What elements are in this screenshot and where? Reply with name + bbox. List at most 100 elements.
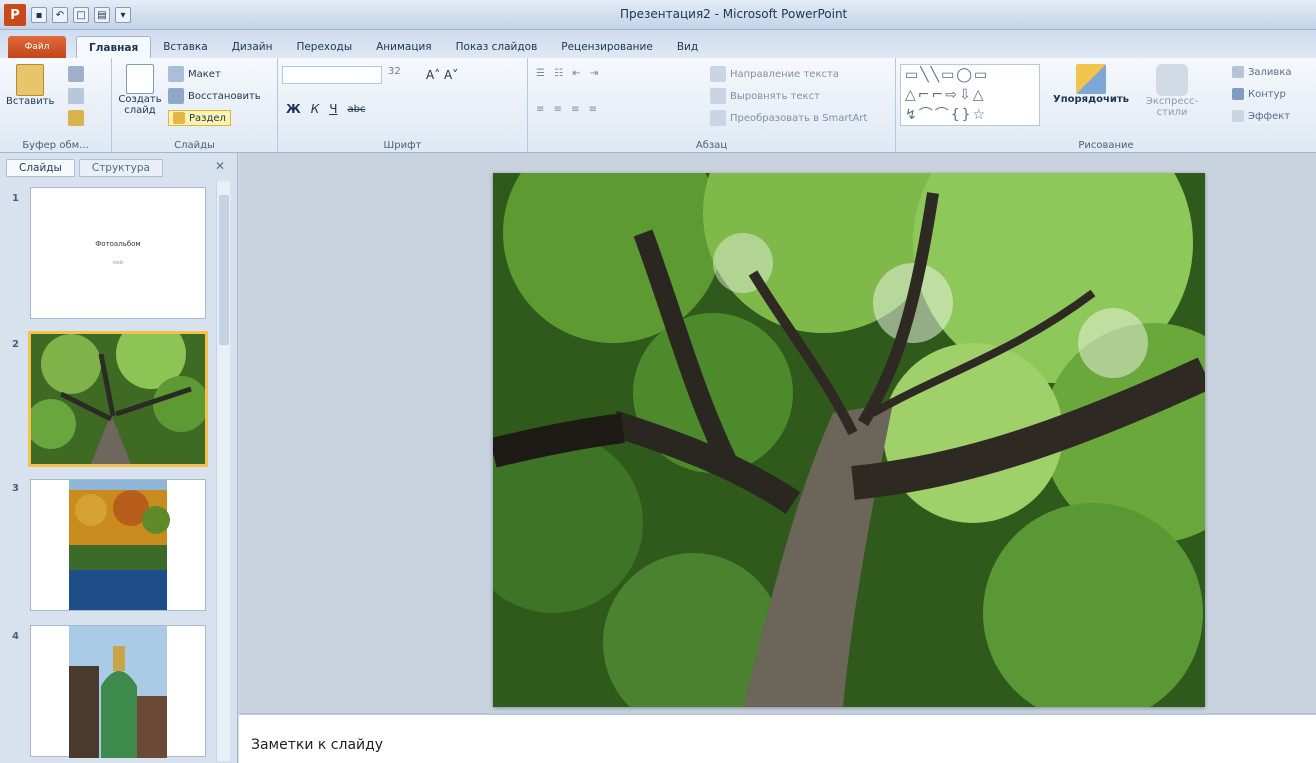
effects-label: Эффект: [1248, 110, 1291, 122]
shape-effects-button[interactable]: Эффект: [1232, 110, 1290, 122]
text-direction-label: Направление текста: [730, 68, 839, 80]
drawing-group: ▭╲╲▭◯▭ △⌐⌐⇨⇩△ ↯⌒⌒{}☆ Упорядочить Экспресс-…: [896, 58, 1316, 153]
paste-label: Вставить: [6, 96, 55, 107]
powerpoint-logo-icon[interactable]: P: [4, 4, 26, 26]
font-group-label: Шрифт: [383, 140, 422, 151]
save-icon[interactable]: ▪: [31, 7, 47, 23]
clipboard-group-label: Буфер обм...: [22, 140, 89, 151]
font-name-input[interactable]: [282, 66, 382, 84]
new-icon[interactable]: □: [73, 7, 89, 23]
clipboard-group: Вставить Буфер обм...: [0, 58, 112, 153]
panel-scrollbar[interactable]: [216, 181, 230, 761]
arrange-button[interactable]: Упорядочить: [1053, 64, 1130, 105]
quick-styles-button[interactable]: Экспресс-стили: [1132, 64, 1212, 118]
bold-button[interactable]: Ж: [286, 102, 301, 116]
strikethrough-button[interactable]: abc: [347, 104, 365, 115]
ribbon-tabs: Файл Главная Вставка Дизайн Переходы Ани…: [0, 30, 1316, 58]
layout-button[interactable]: Макет: [168, 66, 221, 82]
align-text-label: Выровнять текст: [730, 90, 820, 102]
section-icon: [173, 112, 185, 124]
new-slide-button[interactable]: Создать слайд: [116, 64, 164, 116]
title-bar: P ▪ ↶ □ ▤ ▾ Презентация2 - Microsoft Pow…: [0, 0, 1316, 30]
new-slide-icon: [126, 64, 154, 94]
panel-tabs: Слайды Структура: [6, 159, 163, 177]
slide-thumbnail-4[interactable]: [30, 625, 206, 758]
smartart-icon: [710, 110, 726, 126]
paragraph-group: ☰ ☷ ⇤ ⇥ ≡ ≡ ≡ ≡ Направление текста Выров…: [528, 58, 896, 153]
paste-button[interactable]: Вставить: [6, 64, 54, 107]
window-title: Презентация2 - Microsoft PowerPoint: [620, 7, 848, 21]
tab-slideshow[interactable]: Показ слайдов: [444, 36, 550, 58]
outline-label: Контур: [1248, 88, 1286, 100]
slide-thumbnail-1[interactable]: Фотоальбом мой: [30, 187, 206, 319]
format-painter-icon[interactable]: [68, 110, 84, 126]
font-size-select[interactable]: 32: [388, 66, 401, 77]
outline-icon: [1232, 88, 1244, 100]
quick-styles-label: Экспресс-стили: [1145, 96, 1199, 118]
quick-access-toolbar: P ▪ ↶ □ ▤ ▾: [4, 4, 131, 26]
cut-icon[interactable]: [68, 66, 84, 82]
layout-icon: [168, 66, 184, 82]
slide-notes-pane[interactable]: Заметки к слайду: [239, 713, 1316, 763]
tab-view[interactable]: Вид: [665, 36, 710, 58]
slide-number: 2: [12, 339, 19, 350]
align-text-button[interactable]: Выровнять текст: [710, 88, 820, 104]
tab-design[interactable]: Дизайн: [220, 36, 285, 58]
drawing-group-label: Рисование: [1078, 140, 1134, 151]
fill-label: Заливка: [1248, 66, 1292, 78]
arrange-icon: [1076, 64, 1106, 94]
tab-transitions[interactable]: Переходы: [284, 36, 364, 58]
slide-number: 1: [12, 193, 19, 204]
tree-photo-image: [493, 173, 1205, 707]
scrollbar-thumb[interactable]: [219, 195, 229, 345]
shape-fill-button[interactable]: Заливка: [1232, 66, 1292, 78]
smartart-button[interactable]: Преобразовать в SmartArt: [710, 110, 867, 126]
quick-styles-icon: [1156, 64, 1188, 96]
copy-icon[interactable]: [68, 88, 84, 104]
slide-subtitle: мой: [112, 260, 124, 266]
reset-button[interactable]: Восстановить: [168, 88, 261, 104]
notes-placeholder: Заметки к слайду: [251, 737, 384, 753]
tab-review[interactable]: Рецензирование: [549, 36, 665, 58]
tab-insert[interactable]: Вставка: [151, 36, 220, 58]
tab-outline[interactable]: Структура: [78, 159, 163, 177]
font-format-row: Ж К Ч abc: [286, 102, 365, 116]
tab-home[interactable]: Главная: [76, 36, 152, 58]
text-direction-button[interactable]: Направление текста: [710, 66, 839, 82]
align-buttons[interactable]: ≡ ≡ ≡ ≡: [536, 104, 600, 115]
list-buttons[interactable]: ☰ ☷ ⇤ ⇥: [536, 68, 601, 79]
slide-number: 3: [12, 483, 19, 494]
slide-editor-canvas[interactable]: [239, 153, 1316, 713]
underline-button[interactable]: Ч: [329, 102, 337, 116]
shape-outline-button[interactable]: Контур: [1232, 88, 1286, 100]
open-icon[interactable]: ▤: [94, 7, 110, 23]
tab-animation[interactable]: Анимация: [364, 36, 444, 58]
undo-icon[interactable]: ↶: [52, 7, 68, 23]
paste-icon: [16, 64, 45, 96]
text-direction-icon: [710, 66, 726, 82]
font-group: 32 A˄ A˅ Ж К Ч abc Шрифт: [278, 58, 528, 153]
font-grow-shrink[interactable]: A˄ A˅: [426, 68, 458, 82]
slides-group-label: Слайды: [174, 140, 215, 151]
section-button[interactable]: Раздел: [168, 110, 231, 126]
building-thumbnail-image: [69, 626, 167, 758]
slide-thumbnail-2[interactable]: [28, 331, 208, 467]
align-text-icon: [710, 88, 726, 104]
customize-toolbar-icon[interactable]: ▾: [115, 7, 131, 23]
italic-button[interactable]: К: [311, 102, 320, 116]
slides-panel: Слайды Структура ✕ 1 Фотоальбом мой 2 3 …: [0, 153, 238, 763]
slide-number: 4: [12, 631, 19, 642]
tab-file[interactable]: Файл: [8, 36, 66, 58]
shapes-gallery[interactable]: ▭╲╲▭◯▭ △⌐⌐⇨⇩△ ↯⌒⌒{}☆: [900, 64, 1040, 126]
close-icon[interactable]: ✕: [215, 159, 225, 173]
smartart-label: Преобразовать в SmartArt: [730, 112, 868, 124]
slide-photo-tree[interactable]: [493, 173, 1205, 707]
arrange-label: Упорядочить: [1053, 94, 1130, 105]
slide-title: Фотоальбом: [95, 240, 141, 248]
ribbon: Вставить Буфер обм... Создать слайд Маке…: [0, 58, 1316, 153]
slides-group: Создать слайд Макет Восстановить Раздел …: [112, 58, 278, 153]
reset-icon: [168, 88, 184, 104]
slide-thumbnail-3[interactable]: [30, 479, 206, 611]
fill-icon: [1232, 66, 1244, 78]
tab-slides[interactable]: Слайды: [6, 159, 75, 177]
